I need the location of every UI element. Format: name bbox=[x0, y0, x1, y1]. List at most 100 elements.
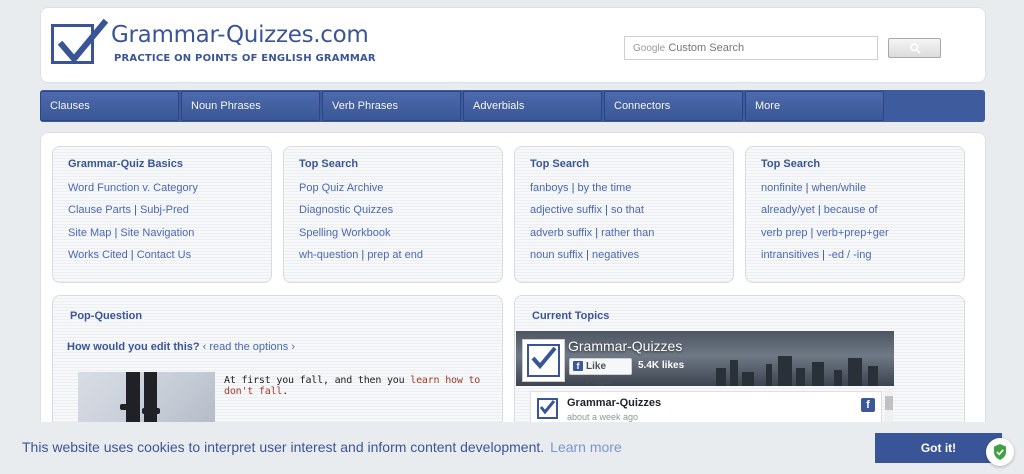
link-noun-suffix[interactable]: noun suffix bbox=[530, 249, 583, 261]
main-nav: Clauses Noun Phrases Verb Phrases Adverb… bbox=[40, 90, 985, 122]
pop-question-sentence: At first you fall, and then you learn ho… bbox=[224, 375, 502, 397]
link-adverb-suffix[interactable]: adverb suffix bbox=[530, 227, 592, 239]
link-by-the-time[interactable]: by the time bbox=[578, 182, 632, 194]
nav-item-connectors[interactable]: Connectors bbox=[604, 91, 743, 121]
link-works-cited[interactable]: Works Cited bbox=[68, 249, 128, 261]
list-item: nonfinite | when/while bbox=[761, 182, 866, 194]
link-wh-question[interactable]: wh-question bbox=[299, 249, 358, 261]
site-header: Grammar-Quizzes.com PRACTICE ON POINTS O… bbox=[40, 7, 986, 83]
card-title: Current Topics bbox=[532, 310, 610, 322]
link-clause-parts[interactable]: Clause Parts bbox=[68, 204, 131, 216]
link-negatives[interactable]: negatives bbox=[592, 249, 639, 261]
separator: | bbox=[805, 182, 809, 194]
search-input[interactable]: Google Custom Search bbox=[624, 36, 878, 60]
pop-question-prompt: How would you edit this? ‹ read the opti… bbox=[67, 341, 295, 353]
card-grammar-quiz-basics: Grammar-Quiz Basics Word Function v. Cat… bbox=[52, 146, 272, 283]
google-label: Google bbox=[633, 43, 666, 54]
list-item: Diagnostic Quizzes bbox=[299, 204, 393, 216]
site-tagline: PRACTICE ON POINTS OF ENGLISH GRAMMAR bbox=[114, 53, 376, 64]
checkmark-icon bbox=[539, 400, 556, 415]
link-contact-us[interactable]: Contact Us bbox=[137, 249, 191, 261]
link-because-of[interactable]: because of bbox=[824, 204, 878, 216]
list-item: fanboys | by the time bbox=[530, 182, 631, 194]
list-item: Pop Quiz Archive bbox=[299, 182, 383, 194]
search-placeholder: Custom Search bbox=[668, 42, 745, 54]
cookie-message: This website uses cookies to interpret u… bbox=[22, 439, 622, 455]
list-item: Works Cited | Contact Us bbox=[68, 249, 191, 261]
link-site-map[interactable]: Site Map bbox=[68, 227, 111, 239]
card-title: Top Search bbox=[299, 158, 359, 170]
separator: | bbox=[130, 249, 134, 261]
nav-item-noun-phrases[interactable]: Noun Phrases bbox=[181, 91, 320, 121]
site-brand[interactable]: Grammar-Quizzes.com bbox=[111, 22, 369, 48]
separator: | bbox=[595, 227, 599, 239]
facebook-page-logo[interactable] bbox=[522, 339, 565, 382]
search-icon bbox=[910, 43, 921, 54]
list-item: intransitives | -ed / -ing bbox=[761, 249, 871, 261]
checkmark-icon bbox=[531, 346, 557, 370]
list-item: adjective suffix | so that bbox=[530, 204, 644, 216]
card-title: Grammar-Quiz Basics bbox=[68, 158, 183, 170]
read-options-link[interactable]: ‹ read the options › bbox=[203, 341, 295, 353]
got-it-button[interactable]: Got it! bbox=[875, 433, 1002, 463]
nav-item-clauses[interactable]: Clauses bbox=[40, 91, 179, 121]
link-adjective-suffix[interactable]: adjective suffix bbox=[530, 204, 602, 216]
like-page-button[interactable]: f Like Page bbox=[569, 358, 632, 386]
sentence-start: At first you fall, and then you bbox=[224, 375, 411, 386]
list-item: adverb suffix | rather than bbox=[530, 227, 654, 239]
card-title: Pop-Question bbox=[70, 310, 143, 322]
nav-item-verb-phrases[interactable]: Verb Phrases bbox=[322, 91, 461, 121]
link-diagnostic-quizzes[interactable]: Diagnostic Quizzes bbox=[299, 204, 393, 216]
facebook-icon[interactable]: f bbox=[861, 398, 875, 412]
facebook-page-name[interactable]: Grammar-Quizzes bbox=[568, 338, 682, 354]
facebook-page-cover[interactable]: Grammar-Quizzes f Like Page 5.4K likes bbox=[516, 331, 894, 386]
nav-item-more[interactable]: More bbox=[745, 91, 884, 121]
link-verb-prep[interactable]: verb prep bbox=[761, 227, 807, 239]
card-top-search-1: Top Search Pop Quiz Archive Diagnostic Q… bbox=[283, 146, 503, 283]
learn-more-link[interactable]: Learn more bbox=[550, 439, 622, 455]
card-title: Top Search bbox=[530, 158, 590, 170]
post-timestamp: about a week ago bbox=[567, 412, 639, 422]
list-item: noun suffix | negatives bbox=[530, 249, 639, 261]
list-item: already/yet | because of bbox=[761, 204, 878, 216]
nav-item-adverbials[interactable]: Adverbials bbox=[463, 91, 602, 121]
separator: | bbox=[586, 249, 589, 261]
checkmark-logo-icon[interactable] bbox=[51, 18, 109, 64]
link-when-while[interactable]: when/while bbox=[812, 182, 866, 194]
link-so-that[interactable]: so that bbox=[611, 204, 644, 216]
link-word-function[interactable]: Word Function v. Category bbox=[68, 182, 198, 194]
sentence-end: . bbox=[282, 386, 289, 397]
post-author-name[interactable]: Grammar-Quizzes bbox=[567, 397, 661, 409]
question-text: How would you edit this? bbox=[67, 341, 200, 353]
list-item: wh-question | prep at end bbox=[299, 249, 423, 261]
link-already-yet[interactable]: already/yet bbox=[761, 204, 815, 216]
link-prep-at-end[interactable]: prep at end bbox=[367, 249, 423, 261]
list-item: Spelling Workbook bbox=[299, 227, 391, 239]
link-site-navigation[interactable]: Site Navigation bbox=[120, 227, 194, 239]
pop-question-photo bbox=[78, 372, 215, 426]
link-nonfinite[interactable]: nonfinite bbox=[761, 182, 803, 194]
link-verb-prep-ger[interactable]: verb+prep+ger bbox=[816, 227, 888, 239]
card-title: Top Search bbox=[761, 158, 821, 170]
link-intransitives[interactable]: intransitives bbox=[761, 249, 819, 261]
link-spelling-workbook[interactable]: Spelling Workbook bbox=[299, 227, 391, 239]
link-subj-pred[interactable]: Subj-Pred bbox=[140, 204, 189, 216]
separator: | bbox=[810, 227, 814, 239]
link-rather-than[interactable]: rather than bbox=[601, 227, 654, 239]
post-author-logo[interactable] bbox=[537, 398, 558, 419]
search-button[interactable] bbox=[888, 38, 941, 58]
list-item: Site Map | Site Navigation bbox=[68, 227, 194, 239]
link-fanboys[interactable]: fanboys bbox=[530, 182, 569, 194]
separator: | bbox=[822, 249, 825, 261]
link-ed-ing[interactable]: -ed / -ing bbox=[828, 249, 871, 261]
facebook-like-count: 5.4K likes bbox=[638, 360, 685, 371]
link-pop-quiz-archive[interactable]: Pop Quiz Archive bbox=[299, 182, 383, 194]
like-page-label: Like Page bbox=[586, 361, 610, 386]
cookie-consent-bar: This website uses cookies to interpret u… bbox=[0, 422, 1024, 474]
separator: | bbox=[605, 204, 608, 216]
separator: | bbox=[817, 204, 821, 216]
scrollbar-thumb[interactable] bbox=[885, 396, 893, 410]
shield-icon[interactable] bbox=[986, 438, 1014, 466]
card-top-search-3: Top Search nonfinite | when/while alread… bbox=[745, 146, 965, 283]
list-item: Clause Parts | Subj-Pred bbox=[68, 204, 189, 216]
